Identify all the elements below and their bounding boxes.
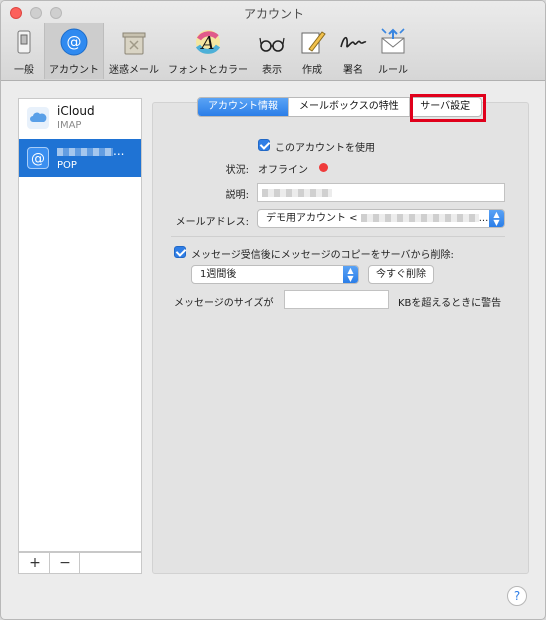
toolbar-signatures[interactable]: 署名	[333, 23, 373, 79]
email-ellipsis: ...	[478, 213, 489, 224]
toolbar-general-label: 一般	[14, 65, 34, 76]
account-list-footer: + −	[18, 552, 142, 574]
chevron-updown-icon: ▲ ▼	[489, 210, 504, 227]
enable-account-checkbox[interactable]	[258, 139, 270, 151]
divider	[171, 236, 505, 237]
size-warning-suffix: KBを超えるときに警告	[398, 298, 502, 309]
toolbar-junk-label: 迷惑メール	[109, 65, 159, 76]
size-warning-label: メッセージのサイズが	[174, 298, 274, 309]
account-item-icloud[interactable]: iCloud IMAP	[19, 99, 141, 137]
trash-bin-icon	[122, 32, 146, 55]
signature-icon	[340, 36, 367, 48]
svg-text:A: A	[200, 33, 215, 54]
description-label: 説明:	[225, 190, 249, 201]
redacted-description	[262, 189, 332, 197]
description-field[interactable]	[257, 183, 505, 202]
status-indicator	[319, 163, 328, 172]
account-name-ellipsis: ...	[113, 144, 125, 158]
account-list: iCloud IMAP @ ... POP	[18, 98, 142, 552]
account-name: iCloud	[57, 104, 95, 118]
remove-copy-checkbox[interactable]	[174, 246, 186, 258]
window-title: アカウント	[243, 7, 304, 21]
remove-copy-label: メッセージ受信後にメッセージのコピーをサーバから削除:	[191, 250, 454, 261]
svg-text:@: @	[31, 151, 45, 167]
glasses-icon	[259, 37, 285, 52]
rules-envelope-icon	[381, 28, 405, 54]
toolbar-junk-mail[interactable]: 迷惑メール	[105, 23, 163, 79]
tab-account-info[interactable]: アカウント情報	[198, 98, 288, 116]
help-button[interactable]: ?	[507, 586, 527, 606]
email-value: デモ用アカウント <	[266, 213, 358, 224]
cloud-icon	[27, 107, 49, 129]
redacted-name	[57, 147, 113, 156]
at-icon: @	[60, 28, 88, 56]
add-account-button[interactable]: +	[21, 553, 50, 573]
toolbar-rules-label: ルール	[378, 65, 408, 76]
toolbar-rules[interactable]: ルール	[373, 23, 413, 79]
server-settings-highlight	[410, 94, 486, 122]
status-label: 状況:	[225, 165, 249, 176]
toolbar-accounts[interactable]: @ アカウント	[44, 23, 104, 79]
toolbar-viewing[interactable]: 表示	[253, 23, 291, 79]
account-name-redacted: ...	[57, 144, 124, 158]
toolbar: アカウント 一般 @ アカウント 迷惑メール A フォントとカラー 表示 作成 …	[1, 1, 545, 81]
email-label: メールアドレス:	[175, 217, 249, 228]
font-color-icon: A	[195, 30, 221, 54]
tab-mailbox-behaviors[interactable]: メールボックスの特性	[288, 98, 409, 116]
enable-account-label: このアカウントを使用	[275, 143, 375, 154]
account-item-pop[interactable]: @ ... POP	[19, 139, 141, 177]
remove-account-button[interactable]: −	[51, 553, 80, 573]
toolbar-viewing-label: 表示	[262, 65, 282, 76]
preferences-window: アカウント 一般 @ アカウント 迷惑メール A フォントとカラー 表示 作成 …	[0, 0, 546, 620]
svg-text:@: @	[67, 33, 82, 51]
account-type: POP	[57, 160, 77, 171]
at-icon: @	[27, 147, 49, 169]
toolbar-fonts-label: フォントとカラー	[168, 65, 248, 76]
toolbar-general[interactable]: 一般	[5, 23, 43, 79]
toolbar-signatures-label: 署名	[343, 65, 363, 76]
toolbar-accounts-label: アカウント	[49, 65, 99, 76]
compose-pencil-icon	[301, 31, 326, 54]
email-address-popup[interactable]: デモ用アカウント < ... ▲ ▼	[257, 209, 505, 228]
toolbar-composing-label: 作成	[302, 65, 322, 76]
toolbar-fonts-colors[interactable]: A フォントとカラー	[165, 23, 251, 79]
account-type: IMAP	[57, 120, 82, 131]
size-limit-field[interactable]	[284, 290, 389, 309]
status-value: オフライン	[258, 165, 308, 176]
remove-after-popup[interactable]: 1週間後 ▲ ▼	[191, 265, 359, 284]
remove-after-value: 1週間後	[200, 269, 237, 280]
remove-now-button[interactable]: 今すぐ削除	[368, 265, 434, 284]
redacted-email	[360, 214, 479, 222]
switch-icon	[17, 30, 31, 54]
toolbar-composing[interactable]: 作成	[293, 23, 331, 79]
chevron-updown-icon: ▲ ▼	[343, 266, 358, 283]
